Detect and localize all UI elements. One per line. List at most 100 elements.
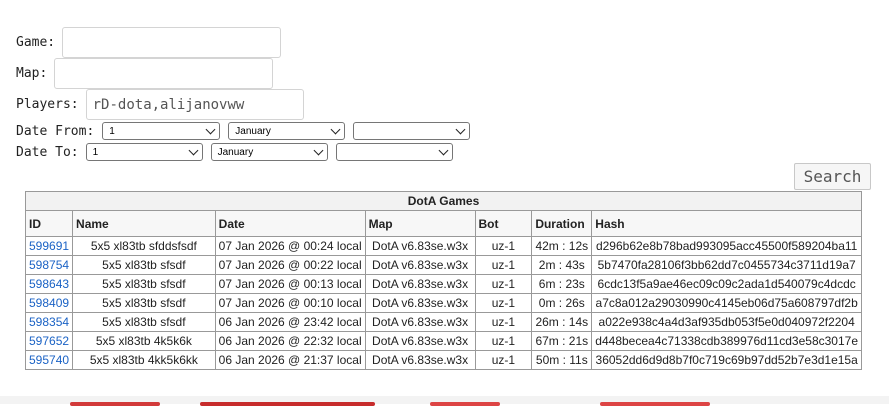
game-name: 5x5 xl83tb 4kk5k6kk — [72, 350, 216, 370]
chevron-down-icon — [455, 124, 466, 135]
game-hash: a7c8a012a29030990c4145eb06d75a608797df2b — [591, 293, 862, 313]
table-row: 598754 5x5 xl83tb sfsdf 07 Jan 2026 @ 00… — [24, 255, 862, 275]
table-row: 598643 5x5 xl83tb sfsdf 07 Jan 2026 @ 00… — [24, 274, 862, 294]
date-to-month-value: January — [217, 146, 254, 158]
game-map: DotA v6.83se.w3x — [364, 274, 476, 294]
game-map: DotA v6.83se.w3x — [364, 350, 476, 370]
table-row: 599691 5x5 xl83tb sfddsfsdf 07 Jan 2026 … — [24, 236, 862, 256]
footer-decoration — [200, 402, 375, 406]
col-header-name: Name — [72, 210, 216, 237]
game-duration: 0m : 26s — [531, 293, 593, 313]
game-map: DotA v6.83se.w3x — [364, 236, 476, 256]
game-id-link[interactable]: 598643 — [29, 277, 69, 291]
game-id-link[interactable]: 598354 — [29, 315, 69, 329]
date-to-day-select[interactable]: 1 — [85, 143, 203, 161]
game-bot: uz-1 — [474, 274, 533, 294]
game-row: Game: — [16, 27, 282, 58]
game-date: 07 Jan 2026 @ 00:10 local — [214, 293, 366, 313]
game-input[interactable] — [62, 27, 282, 58]
table-row: 598354 5x5 xl83tb sfsdf 06 Jan 2026 @ 23… — [24, 312, 862, 332]
chevron-down-icon — [330, 124, 341, 135]
game-map: DotA v6.83se.w3x — [364, 255, 476, 275]
game-bot: uz-1 — [474, 312, 533, 332]
date-to-row: Date To: 1 January — [16, 143, 453, 161]
search-button[interactable]: Search — [794, 163, 871, 190]
date-to-label: Date To: — [16, 144, 79, 160]
game-map: DotA v6.83se.w3x — [364, 312, 476, 332]
game-name: 5x5 xl83tb sfsdf — [72, 312, 216, 332]
game-hash: 36052dd6d9d8b7f0c719c69b97dd52b7e3d1e15a — [591, 350, 862, 370]
table-caption: DotA Games — [25, 191, 862, 211]
date-from-month-select[interactable]: January — [228, 122, 346, 140]
col-header-hash: Hash — [591, 210, 862, 237]
game-duration: 26m : 14s — [531, 312, 593, 332]
col-header-date: Date — [214, 210, 366, 237]
footer-decoration — [600, 402, 710, 406]
game-hash: 6cdc13f5a9ae46ec09c09c2ada1d540079c4dcdc — [591, 274, 862, 294]
players-label: Players: — [16, 97, 79, 112]
game-map: DotA v6.83se.w3x — [364, 331, 476, 351]
map-input[interactable] — [54, 58, 274, 89]
date-to-day-value: 1 — [92, 146, 99, 158]
game-duration: 67m : 21s — [531, 331, 593, 351]
game-name: 5x5 xl83tb sfsdf — [72, 255, 216, 275]
date-from-month-value: January — [235, 125, 271, 137]
chevron-down-icon — [188, 145, 199, 156]
game-name: 5x5 xl83tb sfsdf — [72, 274, 216, 294]
game-bot: uz-1 — [474, 350, 533, 370]
chevron-down-icon — [313, 145, 324, 156]
games-table-body: 599691 5x5 xl83tb sfddsfsdf 07 Jan 2026 … — [24, 236, 862, 370]
game-name: 5x5 xl83tb sfddsfsdf — [72, 236, 216, 256]
game-bot: uz-1 — [474, 293, 533, 313]
table-row: 597652 5x5 xl83tb 4k5k6k 06 Jan 2026 @ 2… — [24, 331, 862, 351]
game-hash: d448becea4c71338cdb389976d11cd3e58c3017e — [591, 331, 862, 351]
game-duration: 42m : 12s — [531, 236, 593, 256]
game-duration: 2m : 43s — [531, 255, 593, 275]
col-header-id: ID — [24, 210, 74, 237]
players-row: Players: — [16, 89, 304, 120]
game-hash: 5b7470fa28106f3bb62dd7c0455734c3711d19a7 — [591, 255, 862, 275]
table-row: 598409 5x5 xl83tb sfsdf 07 Jan 2026 @ 00… — [24, 293, 862, 313]
date-to-month-select[interactable]: January — [210, 143, 328, 161]
players-input[interactable] — [85, 89, 304, 120]
game-map: DotA v6.83se.w3x — [364, 293, 476, 313]
game-hash: a022e938c4a4d3af935db053f5e0d040972f2204 — [591, 312, 862, 332]
game-date: 07 Jan 2026 @ 00:22 local — [214, 255, 366, 275]
game-id-link[interactable]: 598409 — [29, 296, 69, 310]
game-bot: uz-1 — [474, 255, 533, 275]
col-header-duration: Duration — [531, 210, 593, 237]
game-name: 5x5 xl83tb sfsdf — [72, 293, 216, 313]
game-date: 06 Jan 2026 @ 22:32 local — [214, 331, 366, 351]
game-duration: 6m : 23s — [531, 274, 593, 294]
col-header-bot: Bot — [474, 210, 533, 237]
date-from-year-select[interactable] — [353, 122, 471, 140]
game-date: 06 Jan 2026 @ 21:37 local — [214, 350, 366, 370]
date-to-year-select[interactable] — [335, 143, 453, 161]
col-header-map: Map — [364, 210, 476, 237]
games-table: DotA Games ID Name Date Map Bot Duration… — [24, 191, 862, 370]
game-name: 5x5 xl83tb 4k5k6k — [72, 331, 216, 351]
date-from-day-select[interactable]: 1 — [102, 122, 221, 140]
game-hash: d296b62e8b78bad993095acc45500f589204ba11 — [591, 236, 862, 256]
footer-decoration — [430, 402, 500, 406]
game-bot: uz-1 — [474, 331, 533, 351]
game-id-link[interactable]: 595740 — [29, 353, 69, 367]
table-row: 595740 5x5 xl83tb 4kk5k6kk 06 Jan 2026 @… — [24, 350, 862, 370]
game-label: Game: — [16, 35, 56, 50]
game-id-link[interactable]: 598754 — [29, 258, 69, 272]
game-id-link[interactable]: 599691 — [29, 239, 69, 253]
date-from-row: Date From: 1 January — [16, 122, 471, 140]
chevron-down-icon — [205, 124, 216, 135]
map-row: Map: — [16, 58, 274, 89]
game-bot: uz-1 — [474, 236, 533, 256]
game-id-link[interactable]: 597652 — [29, 334, 69, 348]
date-from-day-value: 1 — [109, 125, 115, 137]
chevron-down-icon — [438, 145, 449, 156]
game-date: 07 Jan 2026 @ 00:13 local — [214, 274, 366, 294]
date-from-label: Date From: — [16, 123, 95, 139]
footer-decoration — [70, 402, 160, 406]
map-label: Map: — [16, 66, 48, 81]
game-date: 07 Jan 2026 @ 00:24 local — [214, 236, 366, 256]
game-duration: 50m : 11s — [531, 350, 593, 370]
game-date: 06 Jan 2026 @ 23:42 local — [214, 312, 366, 332]
